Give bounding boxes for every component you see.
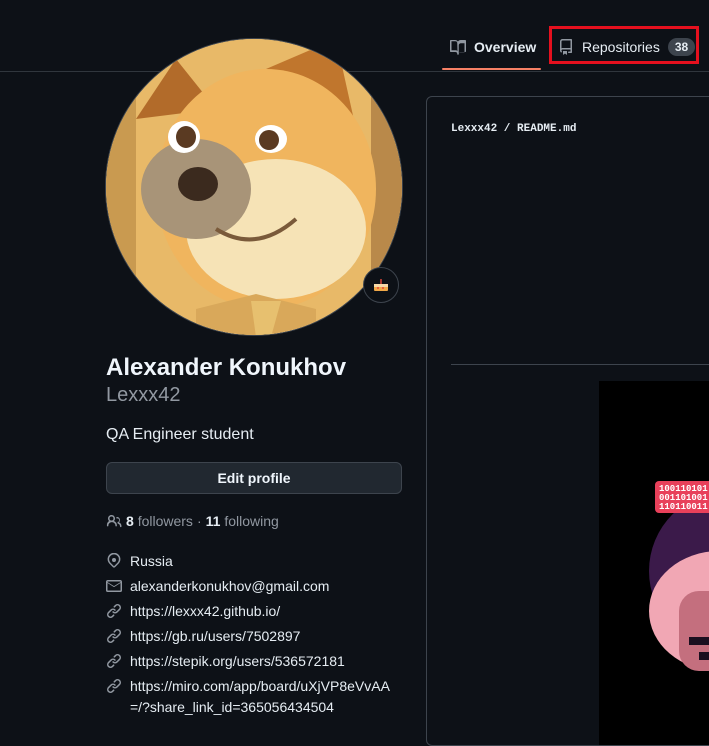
- binary-line-3: 110110011: [659, 502, 708, 512]
- nav-divider: [0, 71, 709, 72]
- email-link[interactable]: alexanderkonukhov@gmail.com: [130, 576, 400, 597]
- doge-avatar-image: [106, 39, 402, 335]
- mail-icon: [106, 580, 122, 592]
- profile-link-4[interactable]: https://miro.com/app/board/uXjVP8eVvAA=/…: [106, 676, 400, 718]
- profile-link-3[interactable]: https://stepik.org/users/536572181: [106, 651, 400, 672]
- profile-login: Lexxx42: [106, 384, 181, 406]
- followers-link[interactable]: 8 followers: [126, 513, 193, 529]
- link-icon: [107, 654, 122, 669]
- profile-tab-nav: Overview Repositories 38: [0, 0, 709, 72]
- link-icon: [107, 679, 122, 694]
- status-emoji-button[interactable]: [363, 267, 399, 303]
- profile-link-1[interactable]: https://lexxx42.github.io/: [106, 601, 400, 622]
- people-icon: [106, 515, 122, 528]
- profile-link-2[interactable]: https://gb.ru/users/7502897: [106, 626, 400, 647]
- highlight-box: [549, 26, 699, 64]
- following-link[interactable]: 11 following: [206, 513, 279, 529]
- follow-separator: ·: [196, 513, 202, 529]
- social-link-gb[interactable]: https://gb.ru/users/7502897: [130, 626, 400, 647]
- tab-overview-label: Overview: [474, 39, 537, 55]
- followers-count: 8: [126, 513, 134, 529]
- location-icon: [107, 553, 121, 568]
- readme-path[interactable]: Lexxx42 / README.md: [451, 123, 576, 135]
- following-count: 11: [205, 513, 221, 529]
- readme-banner-image: 100110101 001101001 110110011: [599, 381, 709, 745]
- tab-overview[interactable]: Overview: [450, 34, 536, 60]
- book-icon: [450, 39, 466, 55]
- profile-name: Alexander Konukhov: [106, 354, 347, 381]
- followers-label: followers: [137, 513, 193, 529]
- website-link[interactable]: https://lexxx42.github.io/: [130, 601, 400, 622]
- following-label: following: [224, 513, 279, 529]
- link-icon: [107, 604, 122, 619]
- active-tab-underline: [442, 68, 541, 70]
- follow-stats: 8 followers · 11 following: [106, 513, 279, 529]
- profile-email[interactable]: alexanderkonukhov@gmail.com: [106, 576, 400, 597]
- social-link-stepik[interactable]: https://stepik.org/users/536572181: [130, 651, 400, 672]
- social-link-miro[interactable]: https://miro.com/app/board/uXjVP8eVvAA=/…: [130, 676, 400, 718]
- readme-divider: [451, 364, 709, 365]
- avatar[interactable]: [105, 38, 403, 336]
- link-icon: [107, 629, 122, 644]
- profile-bio: QA Engineer student: [106, 426, 254, 443]
- cake-icon: [374, 279, 388, 291]
- edit-profile-button[interactable]: Edit profile: [106, 462, 402, 494]
- readme-panel: Lexxx42 / README.md 100110101 001101001 …: [426, 96, 709, 746]
- location-text: Russia: [130, 553, 173, 569]
- hacker-illustration: 100110101 001101001 110110011: [599, 381, 709, 745]
- profile-location: Russia: [106, 551, 400, 572]
